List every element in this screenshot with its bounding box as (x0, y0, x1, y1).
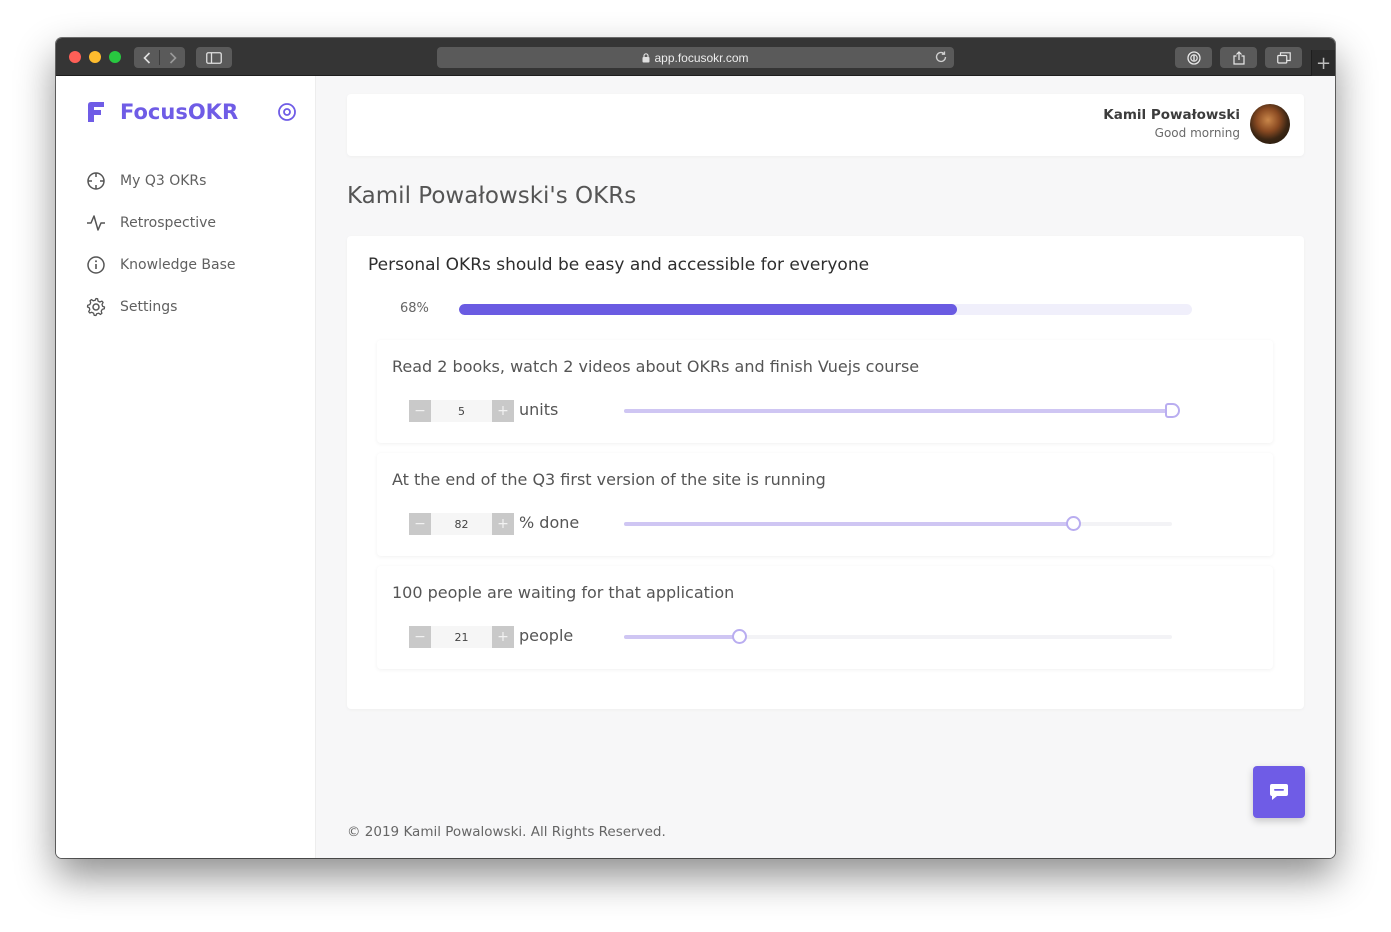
key-result-unit: units (519, 400, 559, 419)
footer-copyright: © 2019 Kamil Powalowski. All Rights Rese… (347, 824, 666, 840)
greeting: Good morning (1154, 126, 1240, 140)
progress-slider[interactable] (624, 629, 1172, 644)
minimize-window-button[interactable] (89, 51, 101, 63)
sidebar-item-knowledge-base[interactable]: Knowledge Base (86, 244, 236, 286)
key-result-title: 100 people are waiting for that applicat… (392, 583, 735, 602)
password-manager-button[interactable] (1175, 47, 1212, 68)
chevron-right-icon (169, 51, 177, 64)
sidebar: FocusOKR My Q3 OKRs Retrospective Knowle… (56, 76, 316, 858)
key-result-card: At the end of the Q3 first version of th… (377, 453, 1273, 556)
slider-fill (624, 635, 740, 639)
maximize-window-button[interactable] (109, 51, 121, 63)
target-icon (278, 103, 296, 121)
top-header: Kamil Powałowski Good morning (347, 94, 1304, 156)
slider-fill (624, 409, 1172, 413)
key-result-card: Read 2 books, watch 2 videos about OKRs … (377, 340, 1273, 443)
activity-icon (86, 213, 106, 233)
increment-button[interactable]: + (492, 400, 514, 422)
brand[interactable]: FocusOKR (86, 100, 238, 124)
slider-handle[interactable] (1066, 516, 1082, 531)
sidebar-toggle-button[interactable] (196, 47, 232, 68)
sidebar-item-retrospective[interactable]: Retrospective (86, 202, 236, 244)
password-icon (1186, 50, 1201, 65)
chat-button[interactable] (1253, 766, 1305, 818)
share-icon (1232, 50, 1245, 65)
share-button[interactable] (1220, 47, 1257, 68)
sidebar-item-my-q3-okrs[interactable]: My Q3 OKRs (86, 160, 236, 202)
decrement-button[interactable]: − (409, 400, 431, 422)
brand-name: FocusOKR (120, 100, 239, 124)
chevron-left-icon (142, 51, 150, 64)
history-nav (134, 47, 185, 68)
decrement-button[interactable]: − (409, 626, 431, 648)
sidebar-item-label: Knowledge Base (120, 257, 236, 273)
logo-icon (88, 102, 104, 122)
stepper-value[interactable]: 21 (431, 626, 492, 648)
objective-title: Personal OKRs should be easy and accessi… (368, 255, 870, 275)
increment-button[interactable]: + (492, 513, 514, 535)
key-result-title: Read 2 books, watch 2 videos about OKRs … (392, 357, 920, 376)
key-result-title: At the end of the Q3 first version of th… (392, 470, 826, 489)
objective-card: Personal OKRs should be easy and accessi… (347, 236, 1304, 709)
key-result-unit: people (519, 626, 574, 645)
key-result-card: 100 people are waiting for that applicat… (377, 566, 1273, 669)
browser-toolbar: app.focusokr.com + (56, 38, 1335, 76)
sidebar-item-label: Settings (120, 299, 178, 315)
increment-button[interactable]: + (492, 626, 514, 648)
user-info[interactable]: Kamil Powałowski Good morning (1103, 107, 1240, 140)
tabs-overview-button[interactable] (1265, 47, 1302, 68)
browser-window: app.focusokr.com + FocusOKR My Q3 OKRs R… (56, 38, 1335, 858)
page-title: Kamil Powałowski's OKRs (347, 183, 637, 209)
slider-handle[interactable] (732, 629, 748, 644)
progress-slider[interactable] (624, 516, 1172, 531)
address-bar[interactable]: app.focusokr.com (437, 47, 954, 68)
progress-slider[interactable] (624, 403, 1180, 418)
quantity-stepper: − 21 + (409, 626, 514, 648)
objective-progress-bar (459, 304, 1192, 315)
decrement-button[interactable]: − (409, 513, 431, 535)
forward-button[interactable] (160, 47, 185, 68)
avatar[interactable] (1250, 104, 1290, 144)
quantity-stepper: − 5 + (409, 400, 514, 422)
user-name: Kamil Powałowski (1103, 107, 1240, 123)
objective-progress-fill (459, 304, 958, 315)
focus-target-button[interactable] (277, 102, 297, 126)
sidebar-item-label: My Q3 OKRs (120, 173, 207, 189)
close-window-button[interactable] (69, 51, 81, 63)
objective-progress-label: 68% (400, 301, 429, 316)
slider-fill (624, 522, 1074, 526)
tabs-icon (1276, 51, 1291, 64)
crosshair-icon (86, 171, 106, 191)
reload-icon (935, 51, 947, 63)
gear-icon (86, 297, 106, 317)
plus-icon: + (1315, 52, 1332, 74)
chat-icon (1270, 784, 1288, 800)
url-text: app.focusokr.com (654, 50, 749, 65)
info-icon (86, 255, 106, 275)
back-button[interactable] (134, 47, 159, 68)
stepper-value[interactable]: 82 (431, 513, 492, 535)
quantity-stepper: − 82 + (409, 513, 514, 535)
key-result-unit: % done (519, 513, 580, 532)
sidebar-icon (206, 51, 222, 64)
sidebar-menu: My Q3 OKRs Retrospective Knowledge Base … (86, 160, 236, 328)
slider-handle[interactable] (1165, 403, 1180, 418)
main-content: Kamil Powałowski Good morning Kamil Powa… (316, 76, 1335, 858)
stepper-value[interactable]: 5 (431, 400, 492, 422)
sidebar-item-label: Retrospective (120, 215, 216, 231)
new-tab-button[interactable]: + (1311, 50, 1335, 76)
lock-icon (642, 52, 650, 62)
sidebar-item-settings[interactable]: Settings (86, 286, 236, 328)
